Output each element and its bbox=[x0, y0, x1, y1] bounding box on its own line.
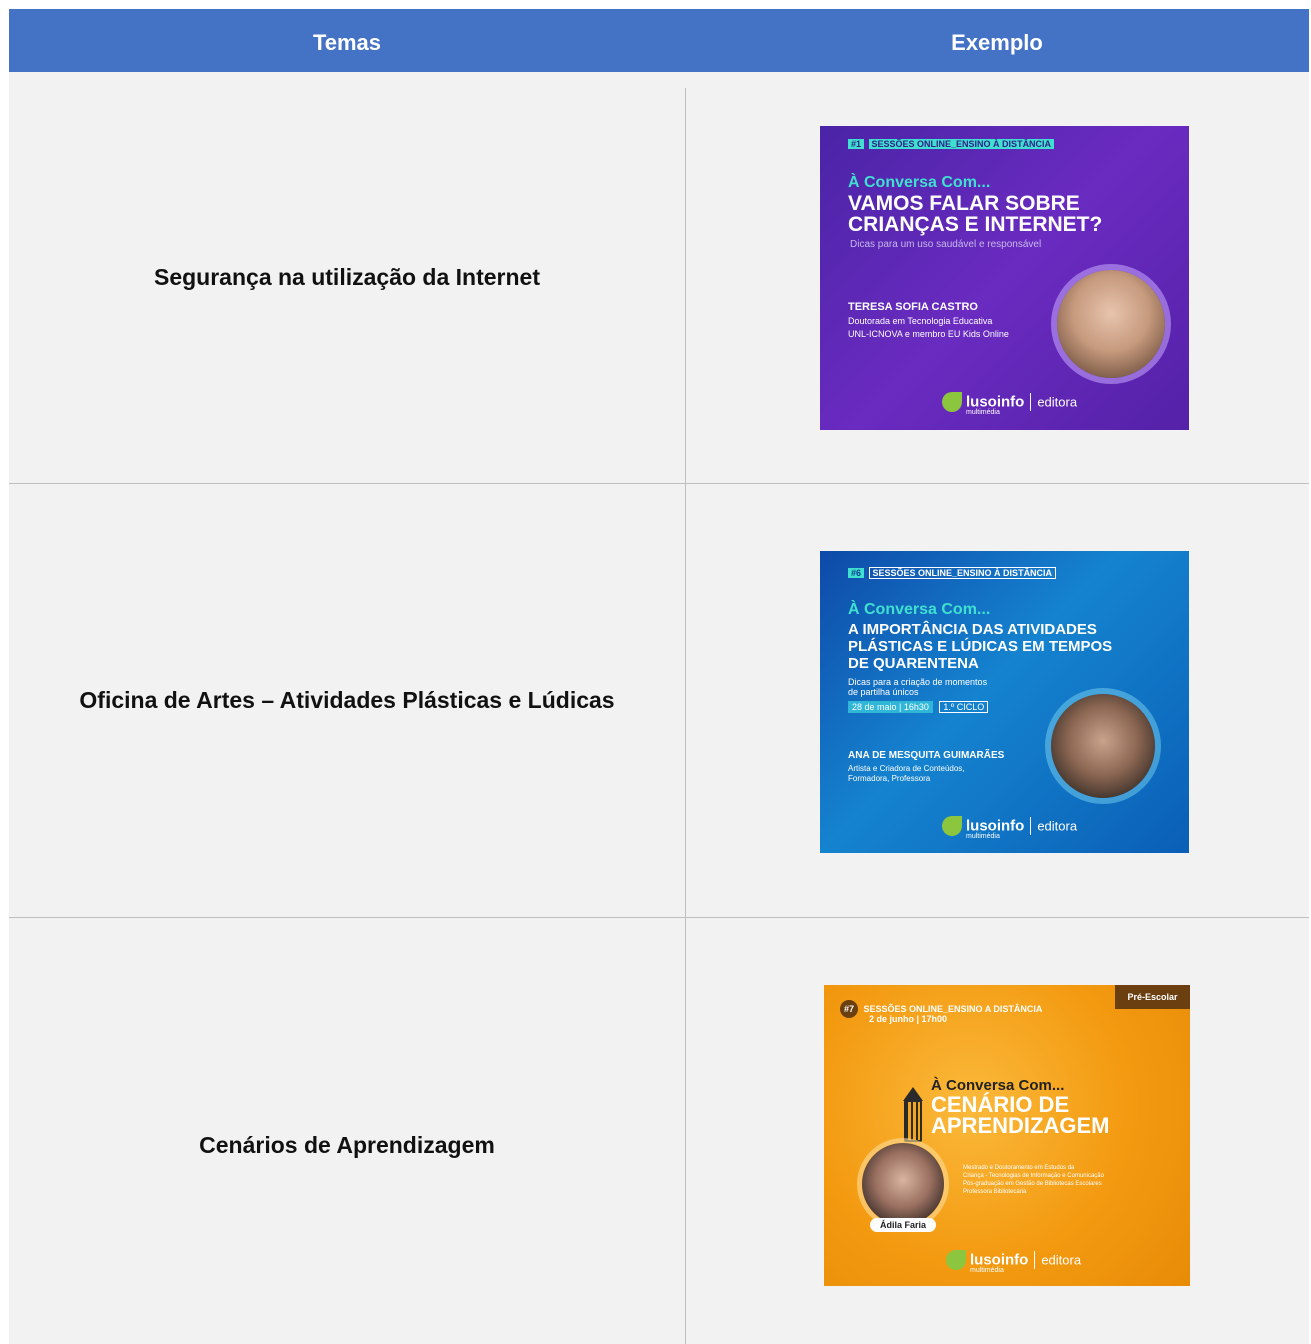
publisher-logo: lusoinfo editora multimédia bbox=[942, 816, 1077, 840]
speaker-name: ANA DE MESQUITA GUIMARÃES bbox=[848, 750, 1005, 761]
poster-subtitle: Dicas para a criação de momentos bbox=[848, 677, 988, 687]
table-row: Segurança na utilização da Internet #1 S… bbox=[9, 72, 1309, 484]
poster-title-line: VAMOS FALAR SOBRE bbox=[848, 192, 1080, 215]
poster-subtitle: de partilha únicos bbox=[848, 687, 919, 697]
header-example: Exemplo bbox=[951, 30, 1043, 55]
session-date: 28 de maio | 16h30 1.º CICLO bbox=[848, 701, 989, 713]
publisher-logo: lusoinfo editora multimédia bbox=[946, 1250, 1081, 1274]
speaker-photo bbox=[862, 1143, 944, 1225]
speaker-role: UNL-ICNOVA e membro EU Kids Online bbox=[848, 329, 1009, 339]
poster-title-line: CRIANÇAS E INTERNET? bbox=[848, 213, 1103, 236]
table-row: Cenários de Aprendizagem #7 SESSÕES ONLI… bbox=[9, 918, 1309, 1344]
pencil-icon bbox=[904, 1100, 922, 1142]
poster-title-line: A IMPORTÂNCIA DAS ATIVIDADES bbox=[848, 621, 1097, 638]
topic-cell: Segurança na utilização da Internet bbox=[154, 264, 540, 290]
column-divider bbox=[685, 918, 686, 1344]
poster-lead: À Conversa Com... bbox=[848, 601, 991, 618]
table-row: Oficina de Artes – Atividades Plásticas … bbox=[9, 484, 1309, 918]
table-header: Temas Exemplo bbox=[9, 9, 1309, 72]
speaker-bio: Pós-graduação em Gestão de Bibliotecas E… bbox=[963, 1181, 1102, 1187]
header-topics: Temas bbox=[312, 30, 382, 55]
example-poster: #7 SESSÕES ONLINE_ENSINO A DISTÂNCIA 2 d… bbox=[824, 985, 1190, 1286]
speaker-name-badge: Ádila Faria bbox=[870, 1218, 937, 1232]
poster-lead: À Conversa Com... bbox=[848, 174, 991, 191]
pencil-tip-icon bbox=[903, 1087, 923, 1101]
speaker-role: Artista e Criadora de Conteúdos, bbox=[848, 764, 965, 773]
example-poster: #1 SESSÕES ONLINE_ENSINO À DISTÂNCIA À C… bbox=[820, 126, 1189, 430]
poster-subtitle: Dicas para um uso saudável e responsável bbox=[850, 239, 1042, 250]
column-divider bbox=[685, 88, 686, 484]
topic-cell: Cenários de Aprendizagem bbox=[199, 1132, 495, 1158]
poster-title-line: PLÁSTICAS E LÚDICAS EM TEMPOS bbox=[848, 638, 1113, 655]
speaker-photo bbox=[1051, 694, 1155, 798]
speaker-bio: Criança - Tecnologias de Informação e Co… bbox=[963, 1173, 1104, 1179]
speaker-role: Doutorada em Tecnologia Educativa bbox=[848, 316, 993, 326]
speaker-bio: Mestrado e Doutoramento em Estudos da bbox=[963, 1165, 1075, 1171]
session-date: 2 de junho | 17h00 bbox=[869, 1014, 948, 1024]
session-tag: #1 SESSÕES ONLINE_ENSINO À DISTÂNCIA bbox=[848, 139, 1055, 149]
speaker-photo bbox=[1057, 270, 1165, 378]
speaker-name: TERESA SOFIA CASTRO bbox=[848, 301, 978, 313]
example-poster: #6 SESSÕES ONLINE_ENSINO À DISTÂNCIA À C… bbox=[820, 551, 1189, 853]
publisher-logo: lusoinfo editora multimédia bbox=[942, 392, 1077, 416]
level-badge: Pré-Escolar bbox=[1115, 985, 1190, 1009]
poster-title-line: APRENDIZAGEM bbox=[931, 1113, 1110, 1138]
speaker-role: Formadora, Professora bbox=[848, 774, 931, 783]
topic-cell: Oficina de Artes – Atividades Plásticas … bbox=[79, 687, 615, 713]
session-tag: #6 SESSÕES ONLINE_ENSINO À DISTÂNCIA bbox=[848, 567, 1057, 579]
poster-title-line: DE QUARENTENA bbox=[848, 655, 979, 672]
column-divider bbox=[685, 484, 686, 918]
speaker-bio: Professora Bibliotecária bbox=[963, 1189, 1027, 1195]
